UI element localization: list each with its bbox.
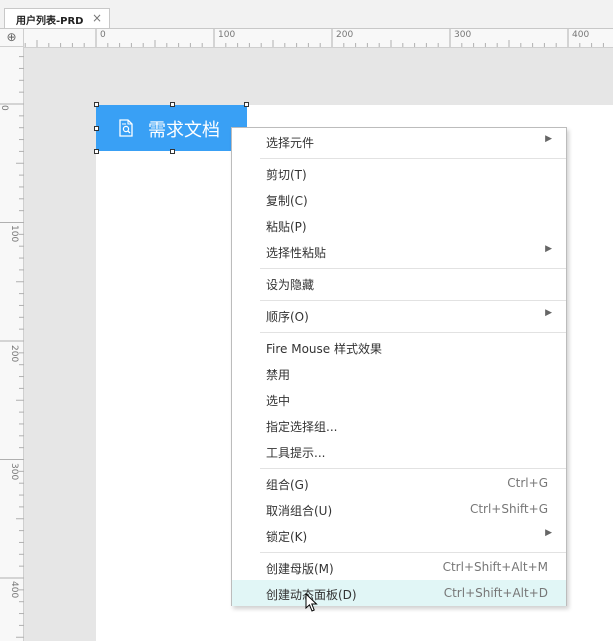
menu-item-label: 选择性粘贴: [266, 246, 327, 260]
ruler-top-label: 200: [336, 30, 354, 40]
menu-item-select-widget[interactable]: 选择元件 ▶: [232, 128, 566, 154]
ruler-corner-crosshair-icon[interactable]: ⊕: [0, 29, 24, 47]
menu-separator: [260, 468, 566, 469]
menu-item-lock[interactable]: 锁定(K) ▶: [232, 522, 566, 548]
menu-item-label: 取消组合(U): [266, 504, 333, 518]
menu-item-create-master[interactable]: 创建母版(M) Ctrl+Shift+Alt+M: [232, 554, 566, 580]
ruler-left-label: 0: [0, 105, 9, 111]
menu-item-set-hidden[interactable]: 设为隐藏: [232, 270, 566, 296]
ruler-top-label: 100: [218, 30, 236, 40]
menu-item-label: 顺序(O): [266, 310, 309, 324]
menu-separator: [260, 268, 566, 269]
menu-item-label: 锁定(K): [266, 530, 308, 544]
menu-item-group[interactable]: 组合(G) Ctrl+G: [232, 470, 566, 496]
menu-item-label: 复制(C): [266, 194, 308, 208]
resize-handle-left[interactable]: [94, 126, 99, 131]
menu-item-label: 创建母版(M): [266, 562, 334, 576]
widget-label: 需求文档: [148, 120, 220, 141]
ruler-left: 0 100 200 300 400: [0, 47, 24, 641]
tab-title: 用户列表-PRD: [16, 16, 84, 27]
ruler-left-label: 100: [9, 225, 19, 243]
submenu-arrow-icon: ▶: [545, 308, 552, 318]
ruler-left-label: 200: [9, 345, 19, 363]
menu-item-ungroup[interactable]: 取消组合(U) Ctrl+Shift+G: [232, 496, 566, 522]
ruler-top-label: 0: [100, 30, 106, 40]
menu-item-label: 工具提示...: [266, 446, 326, 460]
widget-requirement-doc[interactable]: 需求文档: [96, 105, 247, 151]
context-menu: 选择元件 ▶ 剪切(T) 复制(C) 粘贴(P) 选择性粘贴 ▶ 设为隐藏 顺序…: [231, 127, 567, 606]
menu-item-label: 剪切(T): [266, 168, 307, 182]
ruler-top-ticks: [24, 29, 604, 47]
ruler-top-label: 400: [572, 30, 590, 40]
resize-handle-top-left[interactable]: [94, 102, 99, 107]
submenu-arrow-icon: ▶: [545, 134, 552, 144]
menu-item-label: 选择元件: [266, 136, 315, 150]
resize-handle-bottom[interactable]: [170, 149, 175, 154]
ruler-top: 0 100 200 300 400: [24, 29, 613, 48]
menu-item-create-dynamic-panel[interactable]: 创建动态面板(D) Ctrl+Shift+Alt+D: [232, 580, 566, 606]
menu-item-shortcut: Ctrl+Shift+G: [469, 502, 548, 516]
document-search-icon: [119, 119, 133, 137]
menu-item-label: Fire Mouse 样式效果: [266, 342, 382, 356]
menu-item-order[interactable]: 顺序(O) ▶: [232, 302, 566, 328]
menu-item-shortcut: Ctrl+G: [507, 476, 548, 490]
menu-item-selected[interactable]: 选中: [232, 386, 566, 412]
menu-item-label: 组合(G): [266, 478, 309, 492]
ruler-left-ticks: [0, 56, 24, 638]
menu-item-shortcut: Ctrl+Shift+Alt+M: [442, 560, 548, 574]
menu-separator: [260, 332, 566, 333]
menu-item-assign-selection-group[interactable]: 指定选择组...: [232, 412, 566, 438]
menu-item-tooltip[interactable]: 工具提示...: [232, 438, 566, 464]
ruler-top-label: 300: [454, 30, 472, 40]
menu-item-disable[interactable]: 禁用: [232, 360, 566, 386]
menu-separator: [260, 552, 566, 553]
resize-handle-bottom-left[interactable]: [94, 149, 99, 154]
menu-item-label: 粘贴(P): [266, 220, 307, 234]
menu-item-label: 禁用: [266, 368, 291, 382]
resize-handle-top-right[interactable]: [244, 102, 249, 107]
tab-user-list-prd[interactable]: 用户列表-PRD ×: [4, 8, 110, 28]
submenu-arrow-icon: ▶: [545, 244, 552, 254]
menu-item-paste[interactable]: 粘贴(P): [232, 212, 566, 238]
menu-item-label: 设为隐藏: [266, 278, 315, 292]
resize-handle-top[interactable]: [170, 102, 175, 107]
close-icon[interactable]: ×: [92, 11, 102, 25]
ruler-left-label: 300: [9, 463, 19, 481]
ruler-left-label: 400: [9, 581, 19, 599]
menu-item-copy[interactable]: 复制(C): [232, 186, 566, 212]
menu-item-label: 选中: [266, 394, 291, 408]
menu-item-shortcut: Ctrl+Shift+Alt+D: [443, 586, 548, 600]
menu-separator: [260, 158, 566, 159]
menu-item-paste-special[interactable]: 选择性粘贴 ▶: [232, 238, 566, 264]
menu-item-cut[interactable]: 剪切(T): [232, 160, 566, 186]
menu-item-label: 指定选择组...: [266, 420, 338, 434]
mouse-cursor-icon: [305, 593, 318, 612]
menu-item-fire-mouse-style[interactable]: Fire Mouse 样式效果: [232, 334, 566, 360]
tab-strip: 用户列表-PRD ×: [0, 0, 613, 29]
submenu-arrow-icon: ▶: [545, 528, 552, 538]
menu-separator: [260, 300, 566, 301]
